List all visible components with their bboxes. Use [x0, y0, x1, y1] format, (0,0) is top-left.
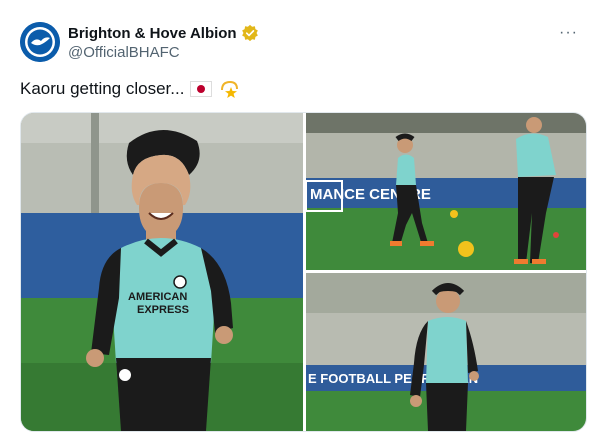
photo-players-training[interactable]: MANCE CENTRE — [306, 113, 586, 270]
more-options-icon[interactable]: ··· — [559, 24, 578, 42]
brighton-crest-icon[interactable] — [20, 22, 60, 62]
account-handle[interactable]: @OfficialBHAFC — [68, 44, 180, 61]
photo-kaoru-running[interactable]: E FOOTBALL PERFORMAN — [306, 273, 586, 431]
tweet-text: Kaoru getting closer... — [20, 79, 185, 98]
shirt-text-2: EXPRESS — [137, 304, 189, 316]
display-name[interactable]: Brighton & Hove Albion — [68, 25, 237, 42]
media-grid: AMERICAN EXPRESS MANCE CENTRE E FOOTBALL… — [20, 112, 587, 432]
verified-badge-icon — [241, 24, 258, 42]
photo-kaoru-jogging[interactable]: AMERICAN EXPRESS — [21, 113, 303, 431]
dizzy-star-icon — [221, 80, 239, 98]
tweet-header: Brighton & Hove Albion @OfficialBHAFC ··… — [20, 20, 580, 64]
shirt-text-1: AMERICAN — [128, 291, 187, 303]
name-row: Brighton & Hove Albion — [68, 24, 259, 42]
japan-flag-icon — [190, 81, 213, 97]
tweet-body: Kaoru getting closer... — [20, 78, 240, 100]
